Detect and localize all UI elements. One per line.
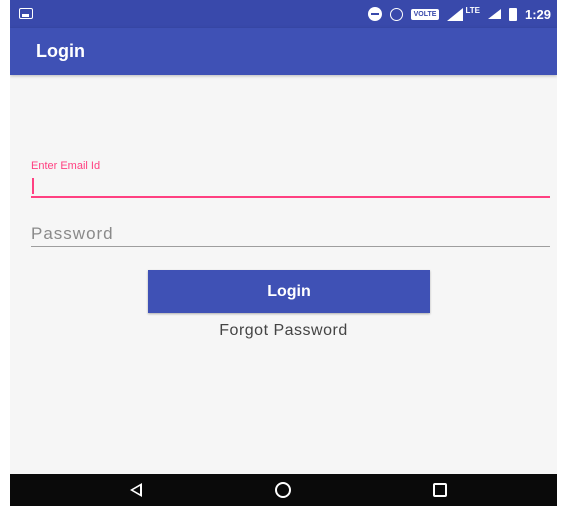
password-field[interactable] xyxy=(31,222,550,247)
recents-icon[interactable] xyxy=(433,483,447,497)
network-type-label: LTE xyxy=(465,5,480,15)
status-bar: VOLTE LTE 1:29 xyxy=(10,0,557,28)
volte-badge: VOLTE xyxy=(410,8,440,20)
app-bar: Login xyxy=(10,28,557,75)
signal-icon xyxy=(447,7,464,21)
login-button[interactable]: Login xyxy=(148,270,430,313)
text-cursor xyxy=(32,178,34,194)
email-field[interactable] xyxy=(31,175,550,198)
signal-2-icon xyxy=(487,9,501,19)
status-icons: VOLTE LTE 1:29 xyxy=(367,4,551,24)
phone-screen: VOLTE LTE 1:29 Login Enter Email Id Logi… xyxy=(10,0,557,506)
alarm-icon xyxy=(389,7,403,21)
email-field-label: Enter Email Id xyxy=(31,160,101,172)
notification-icon xyxy=(19,8,33,19)
home-icon[interactable] xyxy=(275,482,291,498)
back-icon[interactable] xyxy=(130,483,142,497)
page-title: Login xyxy=(36,41,85,61)
navigation-bar xyxy=(10,474,557,506)
do-not-disturb-icon xyxy=(367,7,382,21)
battery-icon xyxy=(508,7,517,21)
status-clock: 1:29 xyxy=(524,6,551,22)
forgot-password-link[interactable]: Forgot Password xyxy=(10,322,557,340)
